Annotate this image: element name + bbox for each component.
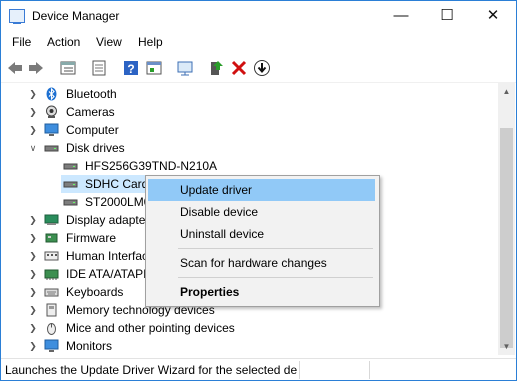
chevron-right-icon[interactable]: ❯ xyxy=(28,286,38,298)
monitor-icon xyxy=(44,339,59,352)
status-text: Launches the Update Driver Wizard for th… xyxy=(5,363,297,377)
tree-item-mice[interactable]: ❯ Mice and other pointing devices xyxy=(1,319,498,337)
computer-icon xyxy=(44,123,59,136)
keyboard-icon xyxy=(44,288,59,297)
scrollbar-thumb[interactable] xyxy=(500,128,513,348)
context-item-label: Scan for hardware changes xyxy=(180,256,327,270)
toolbar: ? xyxy=(1,55,516,83)
chevron-right-icon[interactable]: ❯ xyxy=(28,232,38,244)
firmware-icon xyxy=(45,233,58,243)
uninstall-x-icon[interactable] xyxy=(230,59,248,77)
chevron-right-icon[interactable]: ❯ xyxy=(28,268,38,280)
update-driver-icon[interactable] xyxy=(207,59,225,77)
back-arrow-icon[interactable] xyxy=(6,59,24,77)
scan-monitor-icon[interactable] xyxy=(176,59,194,77)
disk-drive-icon xyxy=(63,181,78,188)
tree-item-hfs256g39tnd[interactable]: HFS256G39TND-N210A xyxy=(1,157,498,175)
help-icon[interactable]: ? xyxy=(122,59,140,77)
window-title: Device Manager xyxy=(32,9,120,23)
scroll-up-arrow-icon[interactable]: ▲ xyxy=(498,83,515,100)
tree-item-computer[interactable]: ❯ Computer xyxy=(1,121,498,139)
tree-label: Mice and other pointing devices xyxy=(66,321,235,335)
context-item-disable-device[interactable]: Disable device xyxy=(148,201,375,223)
tree-item-cameras[interactable]: ❯ Cameras xyxy=(1,103,498,121)
device-manager-window: Device Manager — ☐ ✕ File Action View He… xyxy=(0,0,517,381)
svg-text:?: ? xyxy=(127,62,134,76)
tree-label: IDE ATA/ATAPI xyxy=(66,267,147,281)
tree-label: Computer xyxy=(66,123,119,137)
scroll-down-arrow-icon[interactable]: ▼ xyxy=(498,338,515,355)
chevron-right-icon[interactable]: ❯ xyxy=(28,214,38,226)
disk-drive-icon xyxy=(63,163,78,170)
tree-label: ST2000LM0 xyxy=(85,195,151,209)
context-item-scan-hardware[interactable]: Scan for hardware changes xyxy=(148,252,375,274)
tree-label: Monitors xyxy=(66,339,113,353)
device-manager-app-icon xyxy=(9,9,25,24)
tree-label: Human Interfac xyxy=(66,249,149,263)
mouse-icon xyxy=(47,323,56,335)
bluetooth-icon xyxy=(46,87,57,101)
chevron-right-icon[interactable]: ❯ xyxy=(28,340,38,352)
tree-item-disk-drives[interactable]: ∨ Disk drives xyxy=(1,139,498,157)
menu-file[interactable]: File xyxy=(12,35,31,49)
context-separator xyxy=(178,277,373,278)
status-bar: Launches the Update Driver Wizard for th… xyxy=(1,358,516,380)
forward-arrow-icon[interactable] xyxy=(27,59,45,77)
show-hidden-icon[interactable] xyxy=(90,59,108,77)
download-icon[interactable] xyxy=(253,59,271,77)
vertical-scrollbar[interactable]: ▲ ▼ xyxy=(498,83,515,355)
context-item-properties[interactable]: Properties xyxy=(148,281,375,303)
tree-label: Firmware xyxy=(66,231,116,245)
disk-drive-icon xyxy=(63,199,78,206)
menu-help[interactable]: Help xyxy=(138,35,163,49)
context-item-uninstall-device[interactable]: Uninstall device xyxy=(148,223,375,245)
tree-label: HFS256G39TND-N210A xyxy=(85,159,218,173)
display-adapter-icon xyxy=(44,214,59,225)
chevron-right-icon[interactable]: ❯ xyxy=(28,250,38,262)
camera-icon xyxy=(46,105,57,118)
chevron-right-icon[interactable]: ❯ xyxy=(28,106,38,118)
context-item-update-driver[interactable]: Update driver xyxy=(148,179,375,201)
context-item-label: Properties xyxy=(180,285,240,299)
chevron-down-icon[interactable]: ∨ xyxy=(28,142,38,154)
tree-label: Bluetooth xyxy=(66,87,117,101)
close-button[interactable]: ✕ xyxy=(470,1,516,31)
tree-label: Cameras xyxy=(66,105,115,119)
chevron-right-icon[interactable]: ❯ xyxy=(28,322,38,334)
chevron-right-icon[interactable]: ❯ xyxy=(28,304,38,316)
properties-list-icon[interactable] xyxy=(59,59,77,77)
title-bar[interactable]: Device Manager — ☐ ✕ xyxy=(1,1,516,31)
minimize-button[interactable]: — xyxy=(378,1,424,31)
context-item-label: Uninstall device xyxy=(180,227,265,241)
tree-label: Display adapter xyxy=(66,213,150,227)
chevron-right-icon[interactable]: ❯ xyxy=(28,88,38,100)
tree-label: SDHC Card xyxy=(85,177,149,191)
maximize-button[interactable]: ☐ xyxy=(424,1,470,31)
memory-icon xyxy=(46,303,57,317)
tree-item-bluetooth[interactable]: ❯ Bluetooth xyxy=(1,85,498,103)
ide-controller-icon xyxy=(44,269,59,280)
tree-item-monitors[interactable]: ❯ Monitors xyxy=(1,337,498,355)
tree-label: Disk drives xyxy=(66,141,125,155)
chevron-right-icon[interactable]: ❯ xyxy=(28,124,38,136)
status-divider xyxy=(299,361,300,379)
status-divider xyxy=(369,361,370,379)
menu-bar: File Action View Help xyxy=(1,32,516,53)
menu-action[interactable]: Action xyxy=(47,35,80,49)
context-item-label: Disable device xyxy=(180,205,259,219)
menu-view[interactable]: View xyxy=(96,35,122,49)
context-item-label: Update driver xyxy=(180,183,253,197)
hid-icon xyxy=(44,251,59,261)
context-menu: Update driver Disable device Uninstall d… xyxy=(145,175,380,307)
context-separator xyxy=(178,248,373,249)
action-icon[interactable] xyxy=(145,59,163,77)
disk-drive-icon xyxy=(44,145,59,152)
tree-label: Keyboards xyxy=(66,285,124,299)
